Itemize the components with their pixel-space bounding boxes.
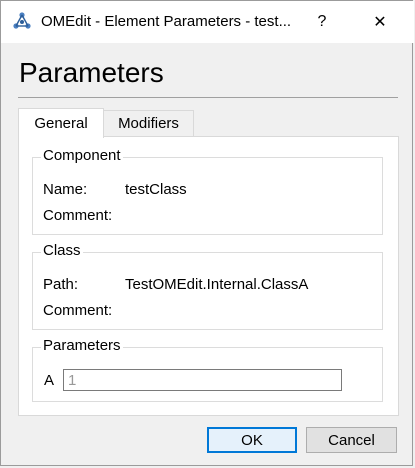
class-group: Class Path: TestOMEdit.Internal.ClassA C… <box>32 242 383 330</box>
component-group: Component Name: testClass Comment: <box>32 147 383 235</box>
class-group-title: Class <box>41 242 83 259</box>
parameters-group-title: Parameters <box>41 337 123 354</box>
parameters-group: Parameters A <box>32 337 383 402</box>
tab-general[interactable]: General <box>18 108 104 138</box>
tab-modifiers[interactable]: Modifiers <box>104 110 194 137</box>
close-button[interactable]: ✕ <box>357 1 403 43</box>
class-comment-label: Comment: <box>43 302 113 319</box>
cancel-button[interactable]: Cancel <box>306 427 397 453</box>
class-path-value: TestOMEdit.Internal.ClassA <box>125 276 309 293</box>
ok-button[interactable]: OK <box>207 427 297 453</box>
help-icon: ? <box>317 13 327 30</box>
component-name-label: Name: <box>43 181 88 198</box>
element-parameters-dialog: OMEdit - Element Parameters - test... ? … <box>0 0 414 466</box>
help-button[interactable]: ? <box>299 1 345 43</box>
window-title: OMEdit - Element Parameters - test... <box>41 13 292 30</box>
tab-modifiers-label: Modifiers <box>118 115 179 132</box>
page-title: Parameters <box>19 57 164 88</box>
close-icon: ✕ <box>373 14 387 31</box>
component-comment-label: Comment: <box>43 207 113 224</box>
parameter-a-input[interactable] <box>63 369 342 391</box>
parameter-a-label: A <box>44 372 55 389</box>
title-bar[interactable]: OMEdit - Element Parameters - test... ? … <box>1 1 414 43</box>
tab-general-label: General <box>34 115 88 132</box>
class-path-label: Path: <box>43 276 79 293</box>
heading-divider <box>18 97 398 98</box>
component-group-title: Component <box>41 147 123 164</box>
general-tab-panel: Component Name: testClass Comment: Class… <box>18 136 399 416</box>
omedit-app-icon <box>13 12 31 29</box>
component-name-value: testClass <box>125 181 187 198</box>
